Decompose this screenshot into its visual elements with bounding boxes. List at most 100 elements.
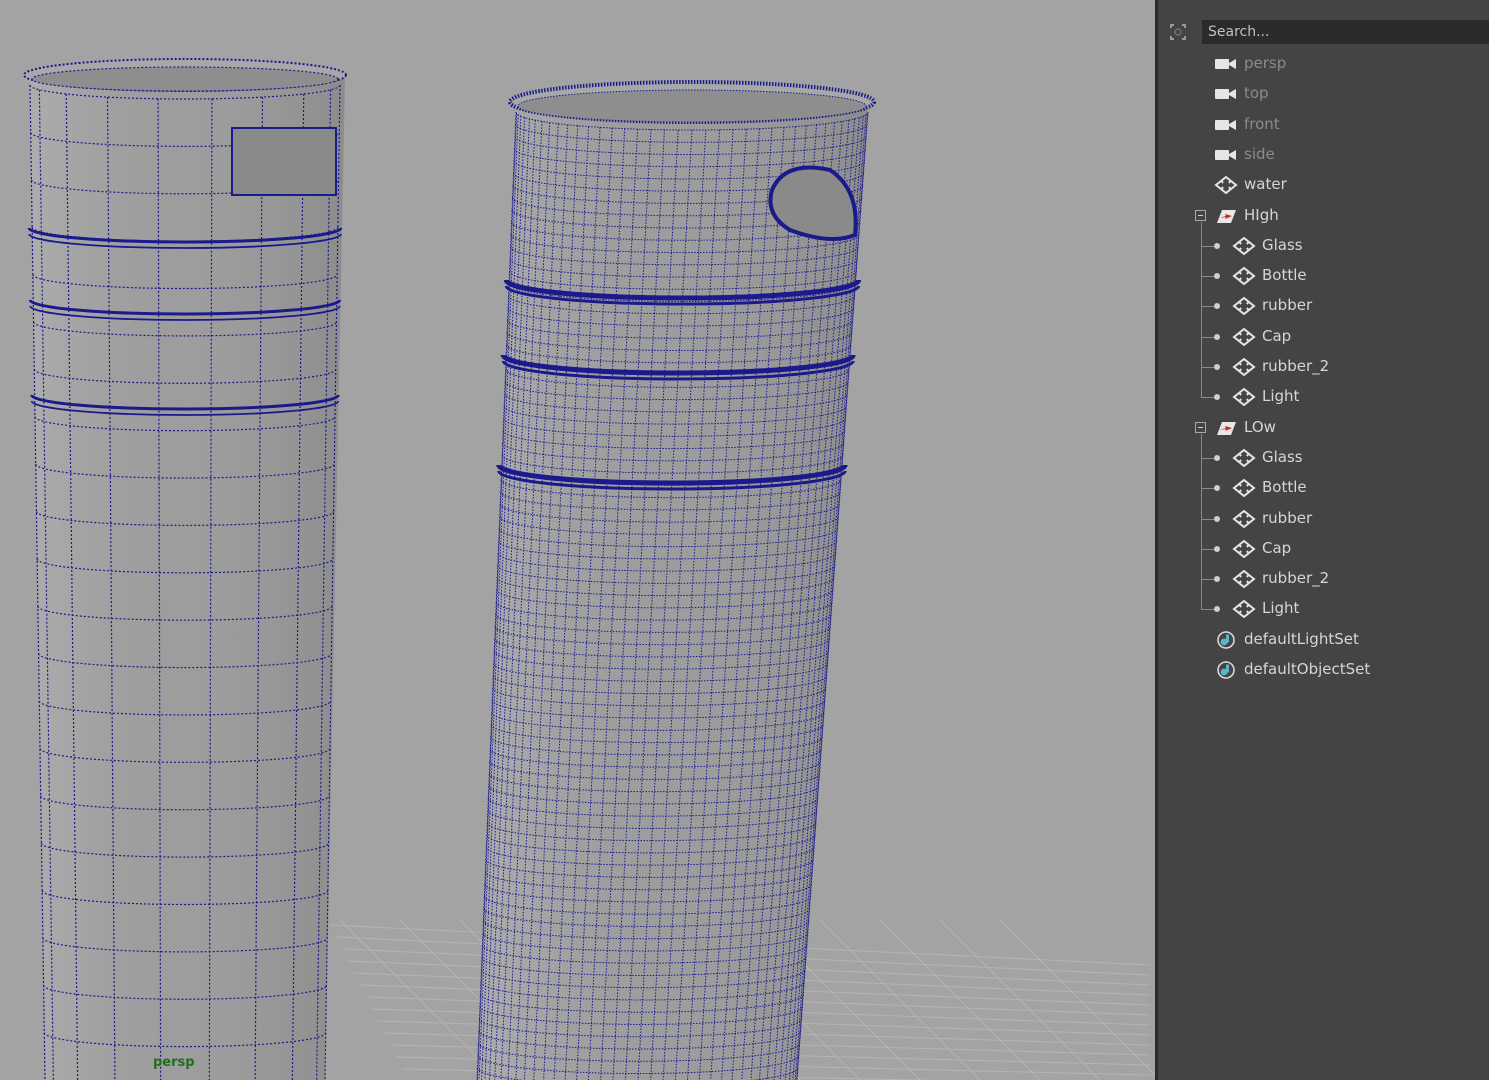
outliner-item-side[interactable]: side	[1158, 140, 1489, 170]
outliner-panel: persp top front side water HIgh Glass Bottle rub…	[1158, 0, 1489, 1080]
mesh-icon	[1232, 539, 1256, 558]
tree-branch-line	[1201, 276, 1215, 278]
outliner-item-label: HIgh	[1244, 205, 1279, 224]
scene-canvas[interactable]	[0, 0, 1155, 1080]
outliner-item-cap[interactable]: Cap	[1158, 322, 1489, 352]
outliner-item-light[interactable]: Light	[1158, 433, 1489, 624]
tree-node-dot	[1214, 273, 1220, 280]
tree-node-dot	[1214, 606, 1220, 613]
mesh-icon	[1232, 479, 1256, 498]
outliner-item-label: Light	[1262, 387, 1300, 406]
camera-label: persp	[153, 1055, 195, 1070]
camera-icon	[1215, 89, 1236, 100]
tree-branch-line	[1201, 488, 1215, 490]
tree-trunk-line	[1201, 433, 1202, 610]
tree-branch-line	[1201, 579, 1215, 581]
mesh-icon	[1232, 388, 1256, 407]
mesh-icon	[1232, 358, 1256, 376]
camera-icon	[1215, 59, 1236, 69]
outliner-item-label: Glass	[1262, 235, 1303, 254]
outliner-item-label: front	[1244, 114, 1280, 133]
tree-node-dot	[1214, 333, 1220, 340]
outliner-item-rubber-2[interactable]: rubber_2	[1158, 564, 1489, 594]
tree-node-dot	[1214, 576, 1220, 583]
outliner-item-label: top	[1244, 84, 1269, 103]
tree-node-dot	[1214, 485, 1220, 492]
camera-icon	[1215, 119, 1236, 130]
outliner-item-label: Bottle	[1262, 478, 1307, 497]
tree-branch-line	[1201, 367, 1215, 368]
outliner-item-rubber[interactable]: rubber	[1158, 504, 1489, 534]
tree-branch-line	[1201, 548, 1215, 550]
tree-branch-line	[1201, 457, 1215, 459]
outliner-item-low[interactable]: LOw	[1158, 413, 1489, 443]
tree-branch-line	[1201, 336, 1215, 338]
outliner-item-label: Light	[1262, 599, 1300, 618]
outliner-item-label: Cap	[1262, 326, 1292, 345]
outliner-item-water[interactable]: water	[1158, 170, 1489, 200]
outliner-item-persp[interactable]: persp	[1158, 49, 1489, 79]
outliner-item-label: rubber_2	[1262, 357, 1330, 375]
high-poly-bottle-mesh[interactable]	[476, 80, 876, 1080]
group-icon	[1217, 209, 1236, 223]
outliner-item-front[interactable]: front	[1158, 110, 1489, 140]
group-icon	[1217, 421, 1236, 435]
tree-trunk-line	[1201, 221, 1202, 398]
outliner-item-label: persp	[1244, 54, 1287, 72]
mesh-icon	[1232, 236, 1256, 255]
outliner-item-label: side	[1244, 144, 1275, 163]
outliner-item-rubber-2[interactable]: rubber_2	[1158, 352, 1489, 382]
mesh-icon	[1232, 509, 1256, 528]
outliner-item-label: rubber	[1262, 508, 1313, 527]
tree-node-dot	[1214, 394, 1220, 401]
outliner-item-label: defaultObjectSet	[1244, 660, 1371, 678]
tree-node-dot	[1214, 303, 1220, 310]
tree-branch-line	[1201, 518, 1215, 520]
outliner-item-light[interactable]: Light	[1158, 221, 1489, 412]
tree-branch-line	[1201, 245, 1215, 247]
tree-branch-line	[1201, 609, 1215, 611]
low-poly-bottle-mesh[interactable]	[23, 58, 347, 1080]
outliner-item-label: Glass	[1262, 447, 1303, 466]
mesh-icon	[1214, 176, 1238, 195]
outliner-item-defaultobjectset[interactable]: defaultObjectSet	[1158, 655, 1489, 685]
set-icon	[1217, 661, 1235, 679]
outliner-menubar	[1158, 0, 1489, 12]
outliner-item-label: defaultLightSet	[1244, 629, 1359, 648]
camera-icon	[1215, 149, 1236, 160]
outliner-item-bottle[interactable]: Bottle	[1158, 261, 1489, 291]
mesh-icon	[1232, 267, 1256, 286]
tree-node-dot	[1214, 242, 1220, 249]
collapse-toggle-icon[interactable]	[1195, 209, 1206, 221]
outliner-item-label: Bottle	[1262, 266, 1307, 285]
outliner-item-label: LOw	[1244, 417, 1276, 436]
outliner-item-cap[interactable]: Cap	[1158, 534, 1489, 564]
tree-branch-line	[1201, 397, 1215, 399]
mesh-icon	[1232, 297, 1256, 316]
outliner-item-bottle[interactable]: Bottle	[1158, 473, 1489, 503]
mesh-icon	[1232, 570, 1256, 589]
filter-icon[interactable]	[1168, 22, 1188, 42]
outliner-item-label: Cap	[1262, 538, 1292, 557]
tree-node-dot	[1214, 454, 1220, 461]
outliner-item-top[interactable]: top	[1158, 79, 1489, 109]
outliner-item-label: rubber_2	[1262, 569, 1330, 588]
set-icon	[1217, 630, 1235, 649]
collapse-toggle-icon[interactable]	[1195, 421, 1206, 433]
tree-node-dot	[1214, 515, 1220, 522]
outliner-item-label: rubber	[1262, 296, 1313, 315]
outliner-item-label: water	[1244, 175, 1287, 194]
tree-node-dot	[1214, 364, 1220, 370]
outliner-search-row	[1158, 18, 1489, 48]
mesh-icon	[1232, 327, 1256, 346]
outliner-item-glass[interactable]: Glass	[1158, 443, 1489, 473]
outliner-search-input[interactable]	[1202, 20, 1489, 44]
outliner-item-defaultlightset[interactable]: defaultLightSet	[1158, 625, 1489, 655]
tree-node-dot	[1214, 545, 1220, 552]
perspective-viewport[interactable]: persp	[0, 0, 1155, 1080]
tree-branch-line	[1201, 306, 1215, 308]
outliner-item-high[interactable]: HIgh	[1158, 201, 1489, 231]
outliner-item-rubber[interactable]: rubber	[1158, 291, 1489, 321]
mesh-icon	[1232, 448, 1256, 467]
outliner-item-glass[interactable]: Glass	[1158, 231, 1489, 261]
